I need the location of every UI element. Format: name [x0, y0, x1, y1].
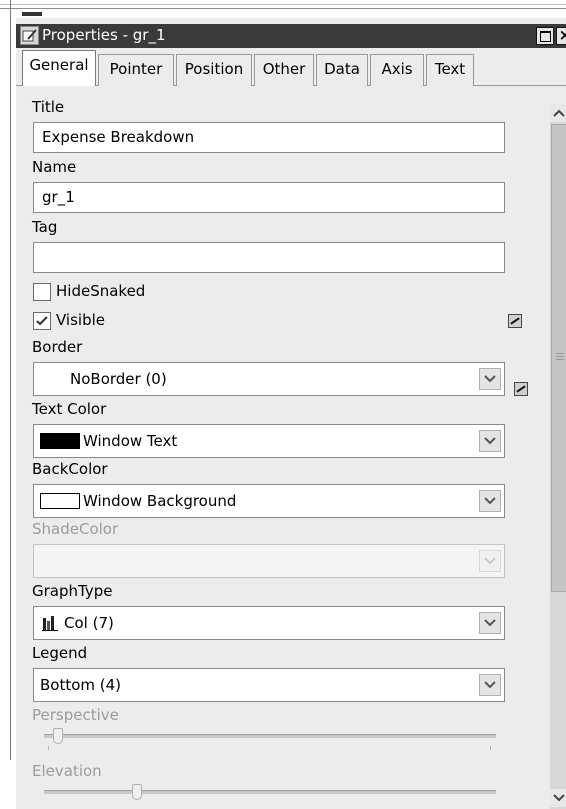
- tab-data[interactable]: Data: [316, 54, 368, 86]
- tab-text[interactable]: Text: [426, 54, 474, 86]
- perspective-slider: [44, 728, 496, 750]
- graphtype-value: Col (7): [64, 614, 114, 632]
- window-title: Properties - gr_1: [42, 26, 166, 44]
- chevron-down-icon: [479, 550, 501, 572]
- chevron-down-icon[interactable]: [479, 674, 501, 696]
- chevron-up-icon: [553, 109, 565, 117]
- chevron-down-icon[interactable]: [479, 368, 501, 390]
- slider-track: [44, 790, 496, 794]
- chevron-down-icon: [553, 794, 565, 802]
- tab-other[interactable]: Other: [254, 54, 314, 86]
- border-value: NoBorder (0): [70, 370, 167, 388]
- name-field[interactable]: gr_1: [33, 182, 505, 213]
- tab-pointer[interactable]: Pointer: [98, 54, 174, 86]
- title-field[interactable]: Expense Breakdown: [33, 122, 505, 153]
- border-combo[interactable]: NoBorder (0): [33, 362, 505, 396]
- expression-button-icon[interactable]: [508, 314, 522, 328]
- legend-value: Bottom (4): [40, 676, 122, 694]
- thumb-grip: [556, 356, 564, 357]
- perspective-label: Perspective: [32, 706, 119, 724]
- shadecolor-label: ShadeColor: [32, 520, 119, 538]
- name-label: Name: [32, 158, 77, 176]
- legend-combo[interactable]: Bottom (4): [33, 668, 505, 702]
- scroll-down-button[interactable]: [550, 789, 566, 807]
- tag-label: Tag: [32, 218, 58, 236]
- ide-frame-line: [0, 4, 566, 5]
- textcolor-value: Window Text: [83, 432, 178, 450]
- scroll-up-button[interactable]: [550, 104, 566, 122]
- graphtype-label: GraphType: [32, 582, 113, 600]
- properties-window: Properties - gr_1 × General Pointer Posi…: [16, 18, 566, 809]
- tab-general[interactable]: General: [22, 50, 96, 86]
- thumb-grip: [556, 353, 564, 354]
- expression-button-icon[interactable]: [514, 382, 528, 396]
- general-panel: Title Expense Breakdown Name gr_1 Tag Hi…: [16, 86, 534, 809]
- scroll-thumb[interactable]: [551, 124, 566, 592]
- graphtype-combo[interactable]: Col (7): [33, 606, 505, 640]
- chevron-down-icon[interactable]: [479, 612, 501, 634]
- color-swatch: [40, 493, 80, 509]
- slider-tick: [490, 746, 491, 750]
- title-label: Title: [32, 98, 65, 116]
- properties-icon: [20, 26, 39, 45]
- splitter[interactable]: [10, 0, 11, 760]
- dock-grip[interactable]: [22, 12, 42, 16]
- backcolor-value: Window Background: [83, 492, 237, 510]
- maximize-button[interactable]: [536, 27, 554, 45]
- close-button[interactable]: ×: [556, 27, 566, 45]
- visible-label: Visible: [56, 311, 105, 329]
- tab-strip: General Pointer Position Other Data Axis…: [16, 48, 566, 86]
- visible-checkbox[interactable]: [33, 312, 51, 330]
- color-swatch: [40, 433, 80, 449]
- slider-track: [44, 734, 496, 738]
- column-chart-icon: [42, 616, 58, 631]
- hidesnaked-checkbox[interactable]: [33, 283, 51, 301]
- ide-frame-line: [0, 8, 566, 9]
- shadecolor-combo: [33, 544, 505, 578]
- slider-tick: [48, 746, 49, 750]
- chevron-down-icon[interactable]: [479, 490, 501, 512]
- border-label: Border: [32, 338, 83, 356]
- textcolor-label: Text Color: [32, 400, 107, 418]
- chevron-down-icon[interactable]: [479, 430, 501, 452]
- hidesnaked-label: HideSnaked: [56, 282, 146, 300]
- legend-label: Legend: [32, 644, 88, 662]
- tab-axis[interactable]: Axis: [370, 54, 424, 86]
- elevation-slider: [44, 784, 496, 804]
- vertical-scrollbar[interactable]: [550, 104, 566, 809]
- backcolor-combo[interactable]: Window Background: [33, 484, 505, 518]
- elevation-label: Elevation: [32, 762, 102, 780]
- checkmark-icon: [36, 316, 48, 326]
- textcolor-combo[interactable]: Window Text: [33, 424, 505, 458]
- tag-field[interactable]: [33, 242, 505, 273]
- thumb-grip: [556, 359, 564, 360]
- title-bar[interactable]: Properties - gr_1 ×: [16, 24, 566, 48]
- slider-thumb: [53, 728, 63, 744]
- backcolor-label: BackColor: [32, 460, 108, 478]
- slider-thumb: [132, 784, 142, 800]
- tab-position[interactable]: Position: [176, 54, 252, 86]
